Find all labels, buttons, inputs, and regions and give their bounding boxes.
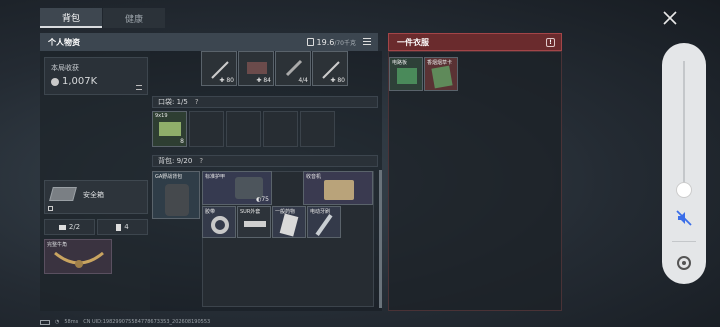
status-bar: ◔ 58ms CN UID:1982990755847786733​53_202… <box>40 319 210 325</box>
pocket-help-icon[interactable]: ? <box>195 98 199 106</box>
counter-b: 4 <box>97 219 148 235</box>
close-button[interactable] <box>660 8 680 28</box>
earnings-value-row: 1,007K <box>51 76 97 87</box>
tape-icon <box>211 216 229 234</box>
counter-a: 2/2 <box>44 219 95 235</box>
armor-count: ◐75 <box>256 196 269 203</box>
tape-label: 胶带 <box>205 209 216 215</box>
earnings-menu-icon[interactable] <box>136 85 142 90</box>
small-lock-icon <box>48 206 53 211</box>
sur-item[interactable]: SUR外套 <box>237 206 271 238</box>
radio-icon <box>324 180 354 200</box>
card-icon <box>431 65 453 89</box>
radio-item[interactable]: 收音机 <box>303 171 373 205</box>
tab-health[interactable]: 健康 <box>103 8 165 28</box>
signal-ping: 58ms <box>64 319 79 325</box>
personal-supplies-header: 个人物资 19.6/70千克 <box>40 33 378 51</box>
signal-icon: ◔ <box>55 319 60 325</box>
info-icon[interactable]: ! <box>546 38 555 47</box>
divider <box>672 241 696 242</box>
tab-backpack[interactable]: 背包 <box>40 8 102 28</box>
top-item-4[interactable]: ✚ 80 <box>312 51 348 86</box>
pocket-slot[interactable] <box>263 111 298 147</box>
pill-pack-icon <box>279 213 299 237</box>
toothbrush-icon <box>315 214 333 236</box>
horn-charm-icon <box>54 251 104 268</box>
weight-current: 19.6 <box>316 37 335 47</box>
backpack-icon <box>165 184 189 216</box>
top-item-1[interactable]: ✚ 80 <box>201 51 237 86</box>
weight-max: /70千克 <box>334 39 356 47</box>
circuit-board-item[interactable]: 电路板 <box>389 57 423 91</box>
lock-icon <box>306 37 314 46</box>
earnings-value: 1,007K <box>62 76 98 87</box>
radio-label: 收音机 <box>306 174 322 180</box>
volume-slider-handle[interactable] <box>676 182 692 198</box>
backpack-vest-item[interactable]: GA野战背包 <box>152 171 200 219</box>
pocket-ammo-item[interactable]: 9x19 8 <box>152 111 187 147</box>
circuit-board-label: 电路板 <box>392 60 408 66</box>
charm-slot[interactable]: 完整牛角 <box>44 239 112 274</box>
backpack-header: 背包: 9/20 ? <box>152 155 378 167</box>
pocket-slot[interactable] <box>226 111 261 147</box>
tape-item[interactable]: 胶带 <box>202 206 236 238</box>
top-item-count: ✚ 84 <box>256 77 271 84</box>
tool-icon <box>285 59 303 77</box>
medicine-item[interactable]: 一般药物 <box>272 206 306 238</box>
pocket-item-label: 9x19 <box>155 113 168 119</box>
sur-label: SUR外套 <box>240 209 261 215</box>
volume-slider-track[interactable] <box>683 61 685 191</box>
bag-icon <box>116 223 122 231</box>
top-item-count: 4/4 <box>298 77 308 84</box>
inventory-scrollbar[interactable] <box>379 170 382 308</box>
earnings-label: 本局收获 <box>51 64 79 72</box>
backpack-label: 背包: 9/20 <box>158 157 193 165</box>
safe-box-slot[interactable]: 安全箱 <box>44 180 148 214</box>
ammo-box-icon <box>247 62 267 74</box>
briefcase-icon <box>58 224 66 230</box>
counter-row: 2/2 4 <box>44 219 148 235</box>
coin-icon <box>51 77 59 86</box>
pocket-item-count: 8 <box>180 138 184 145</box>
top-item-count: ✚ 80 <box>330 77 345 84</box>
cylinder-icon <box>244 221 266 227</box>
clothing-title: 一件衣服 <box>397 37 429 47</box>
uid-text: CN UID:1982990755847786733​53_2026081​90… <box>83 319 211 325</box>
close-icon <box>663 11 677 25</box>
circuit-board-icon <box>397 68 417 84</box>
list-menu-icon[interactable] <box>363 38 371 45</box>
clothing-header: 一件衣服 ! <box>388 33 562 51</box>
top-item-3[interactable]: 4/4 <box>275 51 311 86</box>
top-item-2[interactable]: ✚ 84 <box>238 51 274 86</box>
toothbrush-item[interactable]: 电动牙刷 <box>307 206 341 238</box>
vest-label: GA野战背包 <box>155 174 183 180</box>
side-control-panel <box>662 43 706 284</box>
weight-readout: 19.6/70千克 <box>306 37 356 47</box>
armor-item[interactable]: 标准护甲 ◐75 <box>202 171 272 205</box>
ammo-icon <box>159 122 181 136</box>
backpack-help-icon[interactable]: ? <box>199 157 203 165</box>
muted-speaker-icon[interactable] <box>675 209 693 227</box>
pocket-header: 口袋: 1/5 ? <box>152 96 378 108</box>
safe-box-icon <box>49 187 77 201</box>
top-item-count: ✚ 80 <box>219 77 234 84</box>
pocket-slot[interactable] <box>189 111 224 147</box>
personal-supplies-title: 个人物资 <box>48 37 80 47</box>
pocket-slot[interactable] <box>300 111 335 147</box>
armor-label: 标准护甲 <box>205 174 226 180</box>
safe-box-label: 安全箱 <box>83 191 104 199</box>
battery-icon <box>40 319 50 325</box>
earnings-box: 本局收获 1,007K <box>44 57 148 95</box>
pocket-label: 口袋: 1/5 <box>158 98 188 106</box>
toothbrush-label: 电动牙刷 <box>310 209 331 215</box>
cigarette-card-item[interactable]: 香烟烟草卡 <box>424 57 458 91</box>
settings-gear-icon[interactable] <box>674 253 694 273</box>
